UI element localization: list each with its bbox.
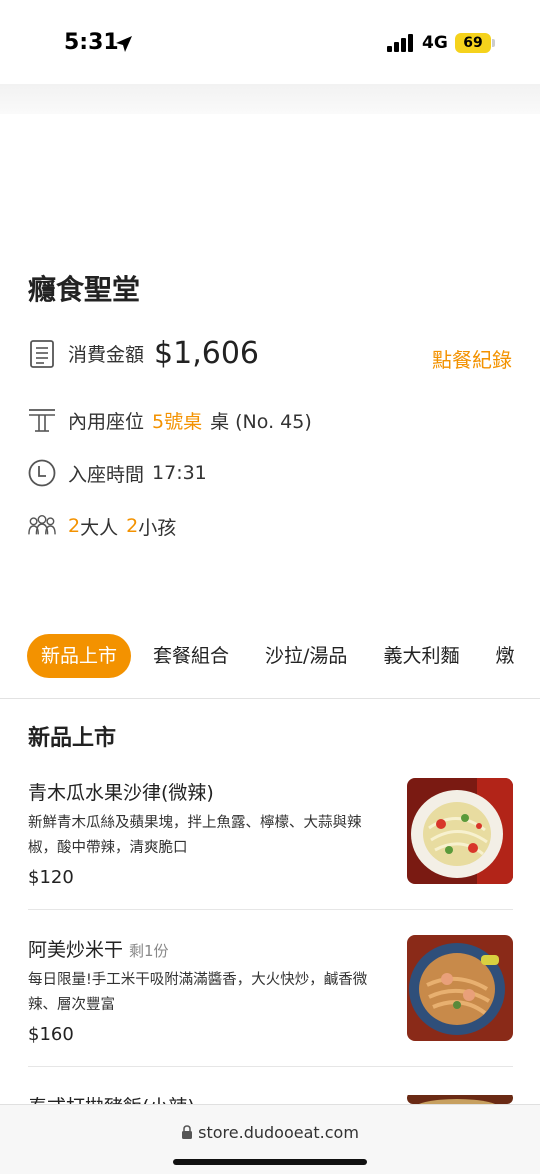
item-name: 阿美炒米干 [28,939,124,961]
seat-row: 內用座位 5號桌 桌 (No. 45) [28,406,312,434]
seat-table: 5號桌 [152,410,203,433]
item-image-basil-pork-rice[interactable] [407,1092,513,1104]
tab-new-arrivals[interactable]: 新品上市 [27,634,132,678]
time-row: 入座時間 17:31 [28,459,207,487]
seat-number: 桌 (No. 45) [210,410,312,433]
battery-tip [492,39,495,47]
url-text: store.dudooeat.com [198,1123,359,1142]
time-label: 入座時間 [68,463,145,486]
adults-count: 2 [68,515,81,537]
tab-set-meals[interactable]: 套餐組合 [139,634,243,678]
people-icon [28,512,56,540]
item-divider [28,909,513,910]
status-time: 5:31 [64,30,119,55]
tabs-divider [0,698,540,699]
kids-count: 2 [126,515,139,537]
location-arrow-icon [116,36,132,52]
kids-label: 小孩 [138,516,177,539]
status-bar: 5:31 4G 69 [0,0,540,84]
header-shade [0,84,540,114]
store-name: 癮食聖堂 [28,273,141,306]
home-indicator [173,1159,367,1165]
menu-item[interactable]: 阿美炒米干 剩1份 每日限量!手工米干吸附滿滿醬香，大火快炒，鹹香微辣、層次豐富 … [28,935,513,1045]
battery-icon: 69 [455,33,491,53]
section-title: 新品上市 [28,726,117,751]
seat-label: 內用座位 [68,410,145,433]
battery-level: 69 [463,35,483,51]
menu-item[interactable]: 泰式打拋豬飯(小辣) [28,1092,513,1104]
menu-item[interactable]: 青木瓜水果沙律(微辣) 新鮮青木瓜絲及蘋果塊，拌上魚露、檸檬、大蒜與辣椒，酸中帶… [28,778,513,888]
tab-salad-soup[interactable]: 沙拉/湯品 [251,634,361,678]
category-tabs: 新品上市 套餐組合 沙拉/湯品 義大利麵 燉 [0,632,540,680]
order-record-link[interactable]: 點餐紀錄 [432,344,512,373]
item-description: 每日限量!手工米干吸附滿滿醬香，大火快炒，鹹香微辣、層次豐富 [28,972,368,1013]
item-divider [28,1066,513,1067]
guests-row: 2 大人 2 小孩 [28,512,176,540]
lock-icon [181,1123,198,1142]
item-image-fried-rice-noodles[interactable] [407,935,513,1041]
time-value: 17:31 [152,462,207,484]
table-icon [28,406,56,434]
amount-row: 消費金額 $1,606 [28,336,259,371]
clock-icon [28,459,56,487]
item-image-papaya-salad[interactable] [407,778,513,884]
adults-label: 大人 [80,516,119,539]
tab-pasta[interactable]: 義大利麵 [369,634,473,678]
item-name: 青木瓜水果沙律(微辣) [28,782,214,804]
tab-more[interactable]: 燉 [481,634,528,678]
network-type: 4G [422,33,448,53]
amount-label: 消費金額 [68,344,145,366]
item-name: 泰式打拋豬飯(小辣) [28,1096,195,1104]
item-remaining-badge: 剩1份 [129,942,169,960]
receipt-icon [28,339,56,368]
amount-value: $1,606 [154,336,259,371]
cellular-signal-icon [387,34,413,52]
item-description: 新鮮青木瓜絲及蘋果塊，拌上魚露、檸檬、大蒜與辣椒，酸中帶辣，清爽脆口 [28,815,362,856]
browser-bottom-bar: store.dudooeat.com [0,1104,540,1174]
url-bar[interactable]: store.dudooeat.com [0,1123,540,1142]
